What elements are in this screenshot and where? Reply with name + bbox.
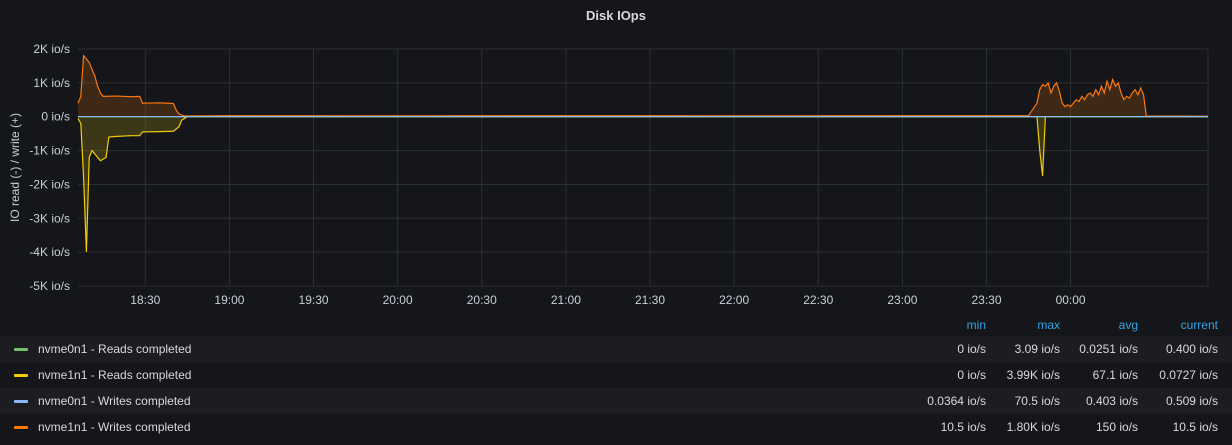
legend-header-current[interactable]: current xyxy=(1181,318,1218,332)
x-tick-label: 23:00 xyxy=(887,293,917,307)
x-tick-label: 19:00 xyxy=(214,293,244,307)
y-tick-label: -4K io/s xyxy=(29,245,70,259)
series-color-swatch[interactable] xyxy=(14,426,28,429)
legend-min-value: 0 io/s xyxy=(957,342,986,356)
x-tick-label: 21:30 xyxy=(635,293,665,307)
y-tick-label: 2K io/s xyxy=(33,42,70,56)
x-tick-label: 22:30 xyxy=(803,293,833,307)
legend-min-value: 10.5 io/s xyxy=(940,420,986,434)
series-color-swatch[interactable] xyxy=(14,348,28,351)
legend-max-value: 1.80K io/s xyxy=(1006,420,1060,434)
y-tick-label: 0 io/s xyxy=(41,110,70,124)
series-color-swatch[interactable] xyxy=(14,400,28,403)
y-tick-label: -3K io/s xyxy=(29,211,70,225)
legend-series-name[interactable]: nvme0n1 - Reads completed xyxy=(38,342,191,356)
legend-current-value: 0.509 io/s xyxy=(1165,394,1218,408)
legend-current-value: 0.400 io/s xyxy=(1165,342,1218,356)
legend-current-value: 10.5 io/s xyxy=(1172,420,1218,434)
y-tick-label: -2K io/s xyxy=(29,177,70,191)
x-tick-label: 23:30 xyxy=(971,293,1001,307)
legend-avg-value: 150 io/s xyxy=(1095,420,1138,434)
legend-current-value: 0.0727 io/s xyxy=(1159,368,1218,382)
legend-series-name[interactable]: nvme1n1 - Writes completed xyxy=(38,420,191,434)
legend-row[interactable]: nvme1n1 - Writes completed 10.5 io/s 1.8… xyxy=(0,414,1232,440)
legend-max-value: 3.09 io/s xyxy=(1014,342,1060,356)
legend-min-value: 0 io/s xyxy=(957,368,986,382)
legend-table: min max avg current nvme0n1 - Reads comp… xyxy=(0,312,1232,440)
series-area xyxy=(78,55,1208,117)
legend-avg-value: 0.403 io/s xyxy=(1085,394,1138,408)
legend-header-avg[interactable]: avg xyxy=(1119,318,1138,332)
y-tick-label: 1K io/s xyxy=(33,76,70,90)
legend-header-min[interactable]: min xyxy=(967,318,986,332)
x-tick-label: 20:30 xyxy=(467,293,497,307)
y-axis-label: IO read (-) / write (+) xyxy=(8,113,22,222)
legend-row[interactable]: nvme0n1 - Writes completed 0.0364 io/s 7… xyxy=(0,388,1232,414)
legend-avg-value: 67.1 io/s xyxy=(1092,368,1138,382)
legend-min-value: 0.0364 io/s xyxy=(927,394,986,408)
y-tick-label: -1K io/s xyxy=(29,144,70,158)
y-tick-label: -5K io/s xyxy=(29,279,70,293)
legend-max-value: 70.5 io/s xyxy=(1014,394,1060,408)
x-tick-label: 00:00 xyxy=(1056,293,1086,307)
disk-iops-chart[interactable]: 2K io/s 1K io/s 0 io/s -1K io/s -2K io/s -3K … xyxy=(0,0,1232,312)
x-tick-label: 19:30 xyxy=(299,293,329,307)
x-tick-label: 20:00 xyxy=(383,293,413,307)
legend-series-name[interactable]: nvme0n1 - Writes completed xyxy=(38,394,191,408)
series-color-swatch[interactable] xyxy=(14,374,28,377)
legend-row[interactable]: nvme1n1 - Reads completed 0 io/s 3.99K i… xyxy=(0,362,1232,388)
x-tick-label: 22:00 xyxy=(719,293,749,307)
legend-series-name[interactable]: nvme1n1 - Reads completed xyxy=(38,368,191,382)
legend-max-value: 3.99K io/s xyxy=(1006,368,1060,382)
x-tick-label: 21:00 xyxy=(551,293,581,307)
legend-header: min max avg current xyxy=(0,312,1232,336)
legend-header-max[interactable]: max xyxy=(1037,318,1060,332)
legend-avg-value: 0.0251 io/s xyxy=(1079,342,1138,356)
x-tick-label: 18:30 xyxy=(130,293,160,307)
legend-row[interactable]: nvme0n1 - Reads completed 0 io/s 3.09 io… xyxy=(0,336,1232,362)
